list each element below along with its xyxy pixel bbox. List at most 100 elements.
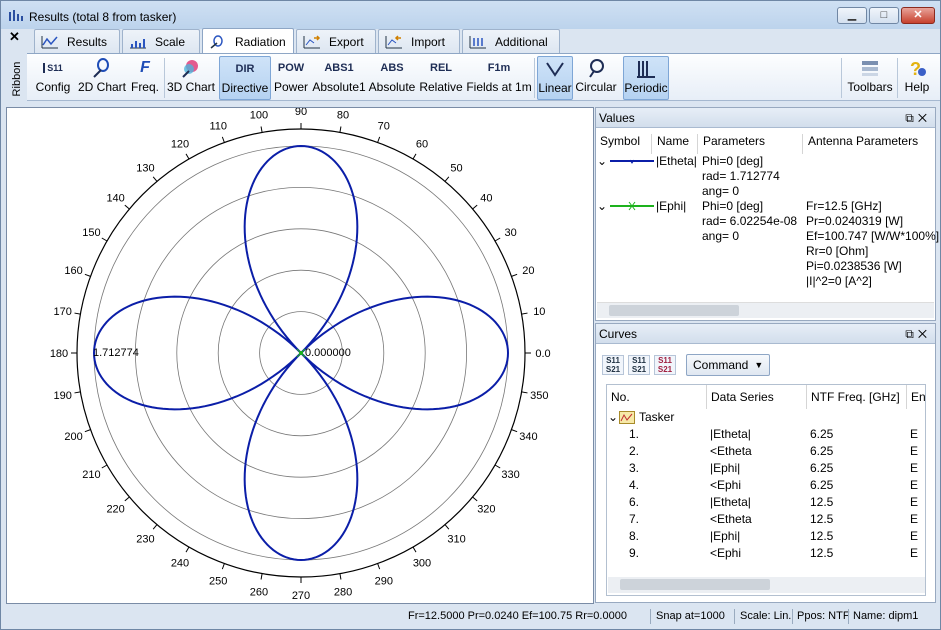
tab-scale[interactable]: Scale bbox=[122, 29, 200, 53]
polar-tick-label: 10 bbox=[533, 306, 545, 318]
row-expand-icon[interactable]: ⌄ bbox=[597, 199, 607, 214]
row-ntf-freq: 6.25 bbox=[810, 461, 834, 475]
row-ena: E bbox=[910, 461, 919, 475]
row-ntf-freq: 6.25 bbox=[810, 478, 834, 492]
polar-chart-pane[interactable]: 0.0 10 20 30 40 50 60 70 80 90 100 110 120 130 140 150 1… bbox=[6, 106, 594, 604]
restore-icon[interactable]: ⧉ bbox=[905, 111, 918, 125]
freq-label: Freq. bbox=[130, 80, 159, 94]
table-row[interactable]: 1. |Etheta| 6.25 E bbox=[607, 426, 925, 443]
absolute1-icon: ABS1 bbox=[324, 62, 354, 74]
antenna-param: Rr=0 [Ohm] bbox=[806, 244, 869, 258]
polar-tick-label: 270 bbox=[292, 590, 310, 602]
relative-button[interactable]: REL Relative bbox=[419, 56, 463, 100]
scrollbar-thumb[interactable] bbox=[620, 579, 770, 590]
chart-2d-button[interactable]: 2D Chart bbox=[77, 56, 127, 100]
row-ntf-freq: 6.25 bbox=[810, 427, 834, 441]
command-dropdown[interactable]: Command ▼ bbox=[686, 354, 771, 376]
row-ena: E bbox=[910, 546, 919, 560]
ribbon-close-icon[interactable]: ✕ bbox=[9, 29, 20, 45]
curves-horizontal-scrollbar[interactable] bbox=[608, 577, 925, 593]
table-row[interactable]: 6. |Etheta| 12.5 E bbox=[607, 494, 925, 511]
fields-at-1m-icon: F1m bbox=[487, 62, 511, 74]
polar-tick-mark bbox=[152, 524, 158, 530]
toolbars-button[interactable]: Toolbars bbox=[847, 56, 893, 100]
table-row[interactable]: 3. |Ephi| 6.25 E bbox=[607, 460, 925, 477]
polar-tick-label: 240 bbox=[171, 558, 189, 570]
tab-radiation[interactable]: Radiation bbox=[202, 28, 294, 54]
scrollbar-thumb[interactable] bbox=[609, 305, 739, 316]
ephi-name: |Ephi| bbox=[656, 199, 687, 213]
absolute-button[interactable]: ABS Absolute bbox=[369, 56, 416, 100]
title-bar[interactable]: Results (total 8 from tasker) ▁ □ ✕ bbox=[1, 1, 940, 29]
tasker-group-row[interactable]: ⌄ Tasker bbox=[607, 409, 925, 426]
table-row[interactable]: 8. |Ephi| 12.5 E bbox=[607, 528, 925, 545]
polar-tick-mark bbox=[472, 204, 478, 210]
power-icon: POW bbox=[277, 62, 305, 74]
s11-s21-alt-icon[interactable]: S11 S21 bbox=[628, 355, 650, 375]
maximize-button[interactable]: □ bbox=[869, 7, 899, 24]
group-expand-icon[interactable]: ⌄ bbox=[608, 409, 618, 426]
power-button[interactable]: POW Power bbox=[273, 56, 309, 100]
status-ppos: Ppos: NTF bbox=[797, 610, 850, 622]
minimize-button[interactable]: ▁ bbox=[837, 7, 867, 24]
polar-tick-mark bbox=[221, 136, 225, 143]
row-expand-icon[interactable]: ⌄ bbox=[597, 154, 607, 169]
absolute1-button[interactable]: ABS1 Absolute1 bbox=[312, 56, 366, 100]
export-tab-icon bbox=[303, 34, 321, 48]
fields-at-1m-button[interactable]: F1m Fields at 1m bbox=[466, 56, 531, 100]
freq-button[interactable]: F Freq. bbox=[129, 56, 161, 100]
command-label: Command bbox=[693, 358, 749, 372]
ephi-series-marker bbox=[296, 348, 306, 358]
polar-tick-label: 340 bbox=[519, 431, 537, 443]
periodic-icon bbox=[635, 57, 657, 81]
col-data-series[interactable]: Data Series bbox=[707, 385, 807, 409]
chart-3d-button[interactable]: 3D Chart bbox=[167, 56, 215, 100]
row-data-series: |Ephi| bbox=[710, 461, 741, 475]
restore-icon[interactable]: ⧉ bbox=[905, 327, 918, 341]
table-row[interactable]: 4. <Ephi 6.25 E bbox=[607, 477, 925, 494]
tab-results[interactable]: Results bbox=[34, 29, 120, 53]
close-window-button[interactable]: ✕ bbox=[901, 7, 935, 24]
freq-icon: F bbox=[140, 59, 150, 76]
chart-2d-icon bbox=[91, 56, 113, 80]
col-parameters[interactable]: Parameters bbox=[699, 134, 803, 154]
col-symbol[interactable]: Symbol bbox=[596, 134, 652, 154]
row-data-series: <Ephi bbox=[710, 478, 742, 492]
col-antenna-parameters[interactable]: Antenna Parameters bbox=[804, 134, 935, 154]
tab-import-label: Import bbox=[411, 34, 446, 49]
status-divider bbox=[848, 609, 849, 624]
import-tab-icon bbox=[385, 34, 402, 48]
row-ntf-freq: 12.5 bbox=[810, 546, 834, 560]
periodic-button[interactable]: Periodic bbox=[623, 56, 669, 100]
help-button[interactable]: ? Help bbox=[901, 56, 933, 100]
directive-button[interactable]: DIR Directive bbox=[219, 56, 271, 100]
polar-tick-label: 230 bbox=[136, 533, 154, 545]
row-ntf-freq: 6.25 bbox=[810, 444, 834, 458]
linear-label: Linear bbox=[538, 81, 572, 95]
values-panel: Values ⧉✕ Symbol Name Parameters Antenna… bbox=[595, 107, 939, 321]
polar-tick-label: 220 bbox=[106, 504, 124, 516]
close-icon[interactable]: ✕ bbox=[918, 111, 931, 125]
circular-button[interactable]: Circular bbox=[575, 56, 617, 100]
s11-s21-icon[interactable]: S11 S21 bbox=[602, 355, 624, 375]
linear-button[interactable]: Linear bbox=[537, 56, 573, 100]
col-name[interactable]: Name bbox=[653, 134, 698, 154]
polar-tick-mark bbox=[124, 496, 130, 502]
tab-additional[interactable]: Additional bbox=[462, 29, 560, 53]
tab-export[interactable]: Export bbox=[296, 29, 376, 53]
table-row[interactable]: 2. <Etheta 6.25 E bbox=[607, 443, 925, 460]
polar-tick-mark bbox=[124, 204, 130, 210]
table-row[interactable]: 9. <Ephi 12.5 E bbox=[607, 545, 925, 562]
table-row[interactable]: 7. <Etheta 12.5 E bbox=[607, 511, 925, 528]
circular-icon bbox=[585, 56, 607, 80]
close-icon[interactable]: ✕ bbox=[918, 327, 931, 341]
polar-chart[interactable]: 0.0 10 20 30 40 50 60 70 80 90 100 110 120 130 140 150 1… bbox=[7, 106, 593, 603]
col-no[interactable]: No. bbox=[607, 385, 707, 409]
col-ena[interactable]: Ena bbox=[907, 385, 925, 409]
s11-s21-red-icon[interactable]: S11 S21 bbox=[654, 355, 676, 375]
tab-import[interactable]: Import bbox=[378, 29, 460, 53]
col-ntf-freq[interactable]: NTF Freq. [GHz] bbox=[807, 385, 907, 409]
config-button[interactable]: S11 Config bbox=[31, 56, 75, 100]
values-horizontal-scrollbar[interactable] bbox=[597, 302, 934, 318]
polar-tick-label: 30 bbox=[504, 227, 516, 239]
